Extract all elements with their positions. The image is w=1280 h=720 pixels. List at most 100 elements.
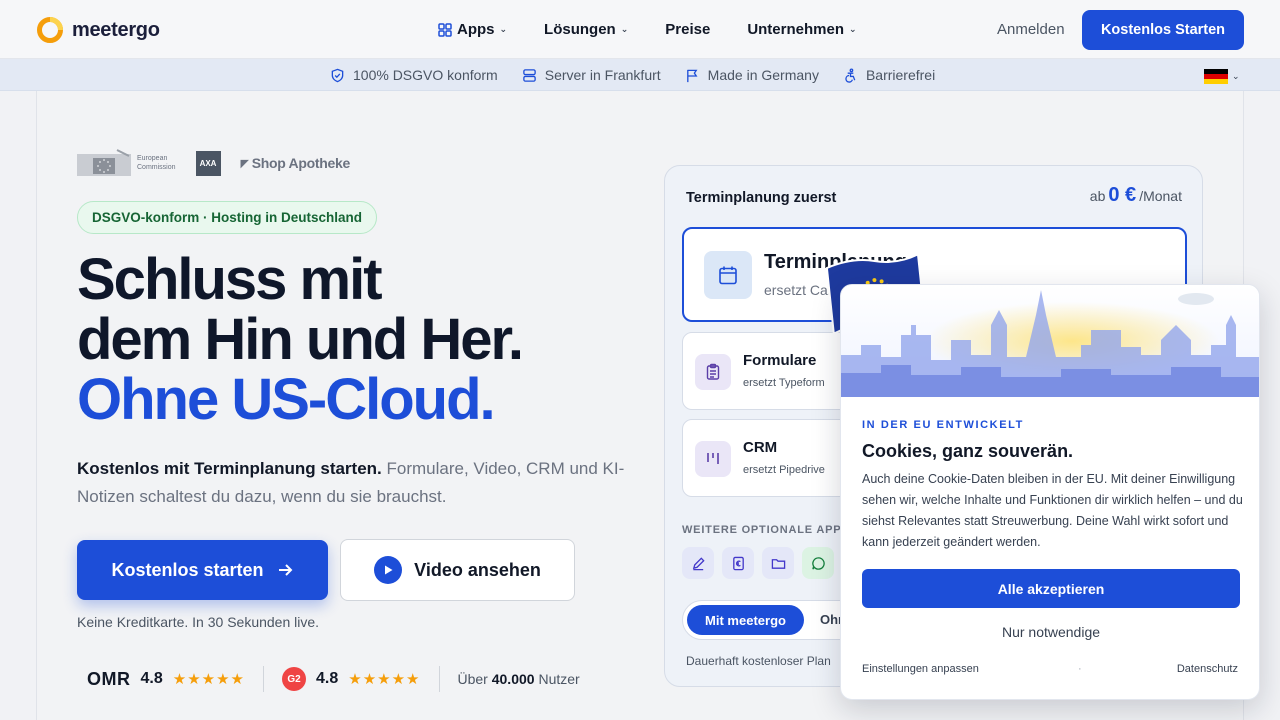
accept-all-button[interactable]: Alle akzeptieren [862,569,1240,608]
shield-check-icon [331,68,344,82]
watch-video-button[interactable]: Video ansehen [340,539,575,601]
omr-rating: OMR 4.8 ★★★★★ [87,669,245,690]
nav-item-apps[interactable]: Apps ⌄ [438,21,507,38]
nav-item-label: Unternehmen [747,21,844,38]
hero-lead: Kostenlos mit Terminplanung starten. For… [77,455,637,511]
meetergo-logo-icon [37,17,63,43]
european-commission-logo: European Commission [77,148,176,178]
german-flag-icon [1204,69,1228,84]
clipboard-icon [695,354,731,390]
trust-label: Server in Frankfurt [544,67,661,83]
price-suffix: /Monat [1139,188,1182,204]
cookie-settings-link[interactable]: Einstellungen anpassen [862,663,979,675]
privacy-link[interactable]: Datenschutz [1177,663,1238,675]
ec-logo-text-line1: European [137,155,168,162]
trust-item-accessible: Barrierefrei [843,67,935,83]
chevron-down-icon: ⌄ [499,24,508,34]
price: ab 0 € /Monat [1090,184,1182,207]
link-separator: · [1078,663,1082,675]
chevron-down-icon: ⌄ [849,24,857,34]
folder-icon[interactable] [762,547,794,579]
ratings-row: OMR 4.8 ★★★★★ G2 4.8 ★★★★★ Über 40.000 N… [87,665,580,693]
customer-logos: European Commission AXA ◤ Shop Apotheke [77,148,350,178]
g2-score: 4.8 [316,670,339,687]
hero-headline: Schluss mit dem Hin und Her. Ohne US-Clo… [77,247,524,432]
g2-logo: G2 [282,667,306,691]
headline-line-3: Ohne US-Cloud. [77,367,496,432]
users-count: 40.000 [491,671,535,687]
arrow-right-icon [278,564,292,576]
kanban-icon [695,441,731,477]
app-title: Formulare [743,352,817,369]
g2-rating: G2 4.8 ★★★★★ [282,667,421,691]
grid-icon [438,22,452,37]
nav-item-preise[interactable]: Preise [665,21,710,38]
start-free-label: Kostenlos starten [111,559,264,580]
users-prefix: Über [457,671,492,687]
trust-item-germany: Made in Germany [685,67,819,83]
app-subtitle: ersetzt Typeform [743,377,825,389]
pen-icon[interactable] [682,547,714,579]
logo[interactable]: meetergo [36,16,160,44]
shop-apotheke-logo: ◤ Shop Apotheke [240,155,351,171]
lead-bold: Kostenlos mit Terminplanung starten. [77,459,382,478]
axa-logo: AXA [195,150,221,176]
watch-video-label: Video ansehen [414,559,541,580]
optional-apps-label: WEITERE OPTIONALE APPS [682,524,850,536]
trust-label: Barrierefrei [865,67,936,83]
trust-item-dsgvo: 100% DSGVO konform [330,67,498,83]
nav-item-loesungen[interactable]: Lösungen ⌄ [544,21,628,38]
cookie-title: Cookies, ganz souverän. [862,441,1074,461]
app-subtitle: ersetzt Pipedrive [743,464,825,476]
start-free-button[interactable]: Kostenlos starten [77,540,328,600]
chevron-down-icon: ⌄ [620,24,629,34]
omr-logo: OMR [87,668,131,689]
headline-line-2: dem Hin und Her. [77,307,524,372]
chat-icon[interactable] [802,547,834,579]
user-count: Über 40.000 Nutzer [458,671,580,687]
flag-icon [686,69,698,82]
trust-label: 100% DSGVO konform [353,67,498,83]
logo-text: meetergo [72,18,160,41]
divider [263,666,264,692]
star-rating-icon: ★★★★★ [172,671,245,688]
price-prefix: ab [1089,188,1106,204]
calendar-icon [704,251,752,299]
toggle-with-meetergo[interactable]: Mit meetergo [687,605,804,635]
nav-item-label: Apps [457,21,495,38]
chevron-down-icon: ⌄ [1232,71,1240,81]
european-skyline-illustration [841,285,1259,397]
free-plan-note: Dauerhaft kostenloser Plan [686,654,831,668]
server-icon [522,68,536,82]
language-selector[interactable]: ⌄ [1204,69,1240,84]
cookie-banner: IN DER EU ENTWICKELT Cookies, ganz souve… [840,284,1260,700]
play-icon [374,556,403,584]
trust-bar: 100% DSGVO konform Server in Frankfurt M… [0,59,1280,91]
nav-item-label: Lösungen [544,21,616,38]
login-link[interactable]: Anmelden [997,21,1065,38]
optional-apps [682,547,834,579]
necessary-only-button[interactable]: Nur notwendige [841,624,1259,640]
top-navigation: meetergo Apps ⌄ Lösungen ⌄ Preise Untern… [0,0,1280,59]
card-title: Terminplanung zuerst [686,190,837,206]
shop-apotheke-mark-icon: ◤ [240,157,249,170]
nav-item-unternehmen[interactable]: Unternehmen ⌄ [747,21,856,38]
trust-item-server: Server in Frankfurt [522,67,661,83]
nav-item-label: Preise [665,21,711,38]
cookie-kicker: IN DER EU ENTWICKELT [862,419,1024,431]
price-value: 0 € [1108,184,1137,206]
main-menu: Apps ⌄ Lösungen ⌄ Preise Unternehmen ⌄ [438,0,894,59]
users-suffix: Nutzer [534,671,580,687]
headline-line-1: Schluss mit [77,247,383,312]
dsgvo-badge: DSGVO-konform · Hosting in Deutschland [77,201,378,234]
divider [438,666,440,692]
no-credit-card-note: Keine Kreditkarte. In 30 Sekunden live. [77,614,320,630]
euro-document-icon[interactable] [722,547,754,579]
accessibility-icon [845,67,856,83]
shop-apotheke-logo-text: Shop Apotheke [251,155,351,171]
signup-button[interactable]: Kostenlos Starten [1082,10,1244,50]
trust-label: Made in Germany [707,67,819,83]
ec-logo-text-line2: Commission [137,164,176,171]
star-rating-icon: ★★★★★ [348,671,421,688]
app-title: CRM [743,439,778,456]
